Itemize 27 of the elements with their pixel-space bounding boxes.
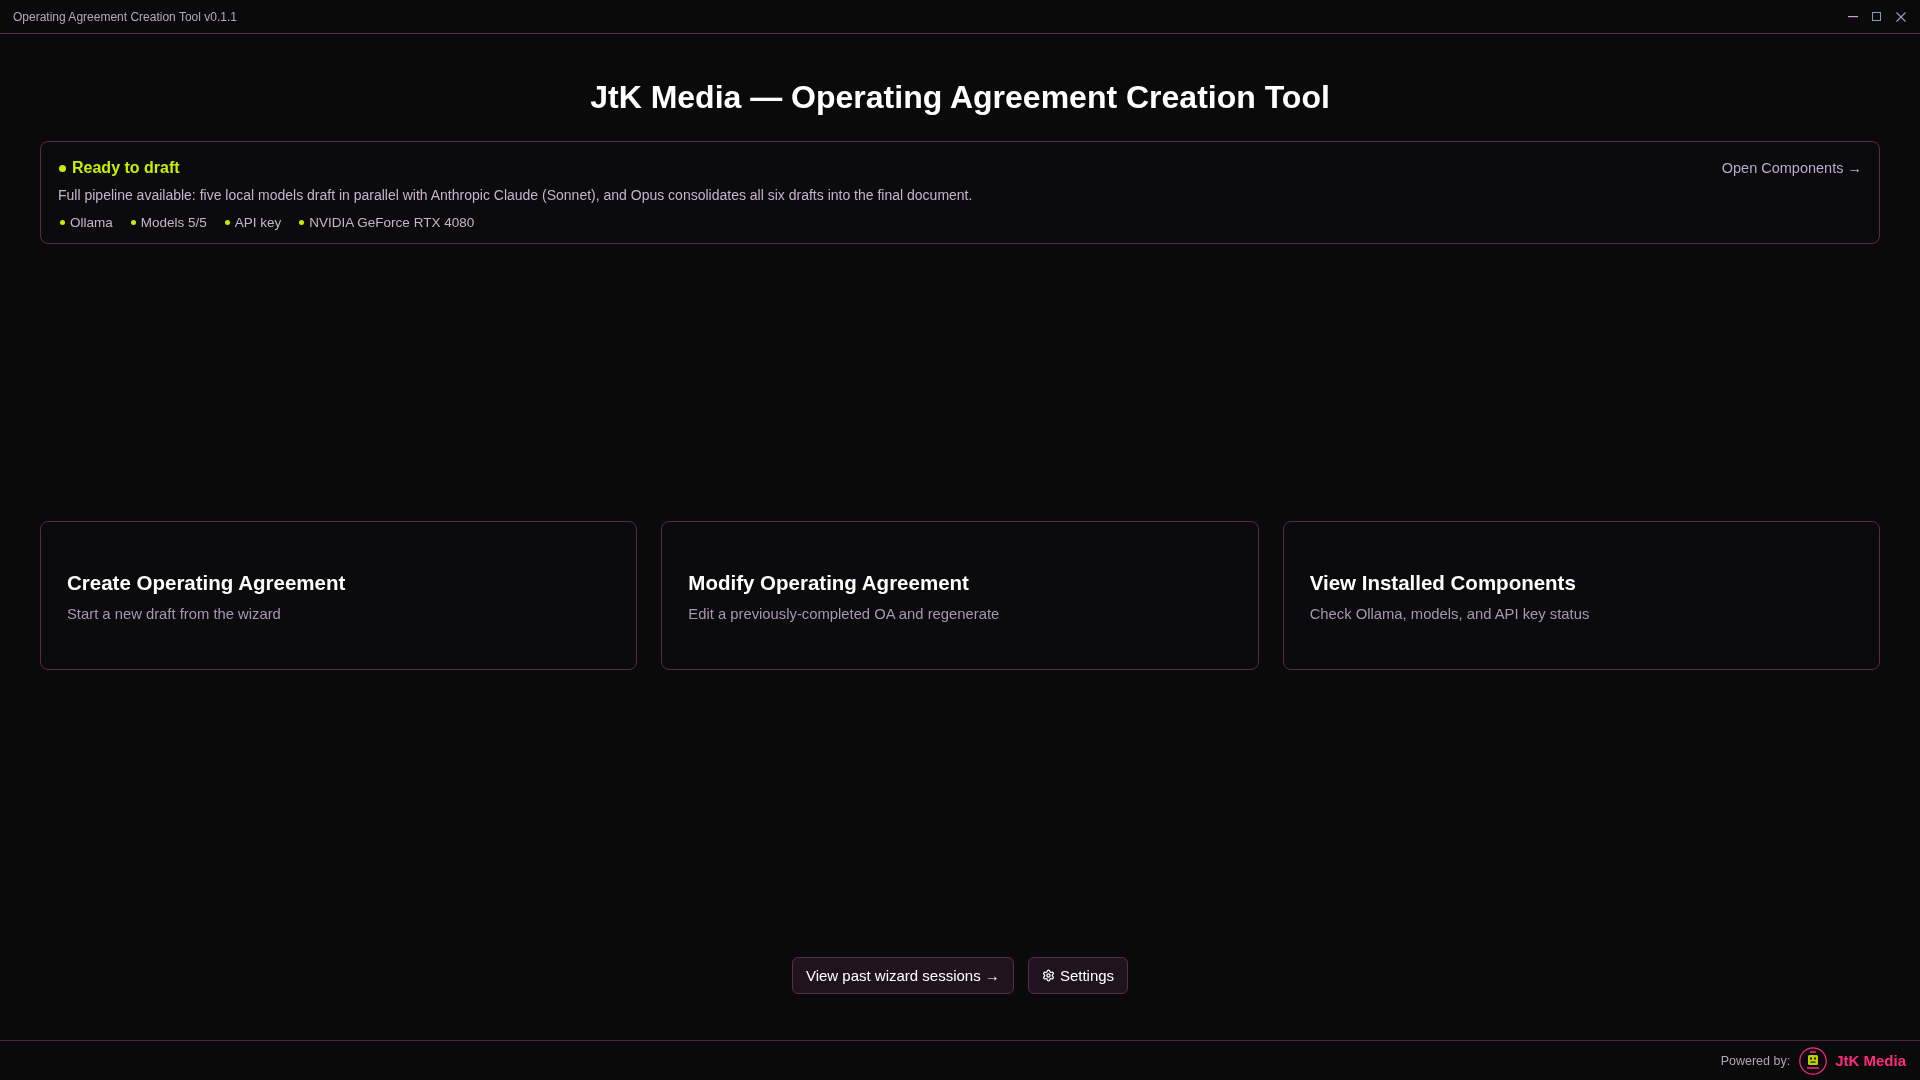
logo-icon <box>1799 1046 1828 1075</box>
check-label: Models 5/5 <box>140 214 207 230</box>
card-title: Modify Operating Agreement <box>688 570 970 595</box>
window-title: Operating Agreement Creation Tool v0.1.1 <box>13 9 238 24</box>
check-label: API key <box>234 214 282 230</box>
action-card[interactable]: View Installed Components Check Ollama, models, and API key status <box>1282 521 1880 670</box>
maximize-icon[interactable] <box>1872 12 1881 21</box>
card-subtitle: Check Ollama, models, and API key status <box>1309 605 1591 624</box>
settings-button[interactable]: Settings <box>1027 957 1129 994</box>
page-heading: JtK Media — Operating Agreement Creation Tool <box>589 78 1331 116</box>
settings-icon <box>1041 969 1055 982</box>
check-label: NVIDIA GeForce RTX 4080 <box>309 214 475 230</box>
brand-name: JtK Media <box>1835 1052 1906 1069</box>
action-card[interactable]: Modify Operating Agreement Edit a previously-completed OA and regenerate <box>661 521 1259 670</box>
card-title: Create Operating Agreement <box>67 570 347 595</box>
card-title: View Installed Components <box>1309 570 1577 595</box>
card-subtitle: Edit a previously-completed OA and regenerate <box>688 605 1001 624</box>
status-description: Full pipeline available: five local models draft in parallel with Anthropic Claude (Sonnet), and Opus consolidates all six drafts into the final document. <box>58 186 974 205</box>
minimize-icon[interactable] <box>1848 15 1858 18</box>
close-icon[interactable] <box>1896 11 1906 22</box>
powered-by-label: Powered by: <box>1720 1053 1791 1068</box>
check-label: Ollama <box>70 214 113 230</box>
action-card[interactable]: Create Operating Agreement Start a new draft from the wizard <box>40 521 638 670</box>
past-sessions-button[interactable]: View past wizard sessions → <box>791 957 1014 994</box>
open-components-link[interactable]: Open Components → <box>1721 160 1862 176</box>
status-title: Ready to draft <box>72 159 180 177</box>
card-subtitle: Start a new draft from the wizard <box>67 605 282 624</box>
